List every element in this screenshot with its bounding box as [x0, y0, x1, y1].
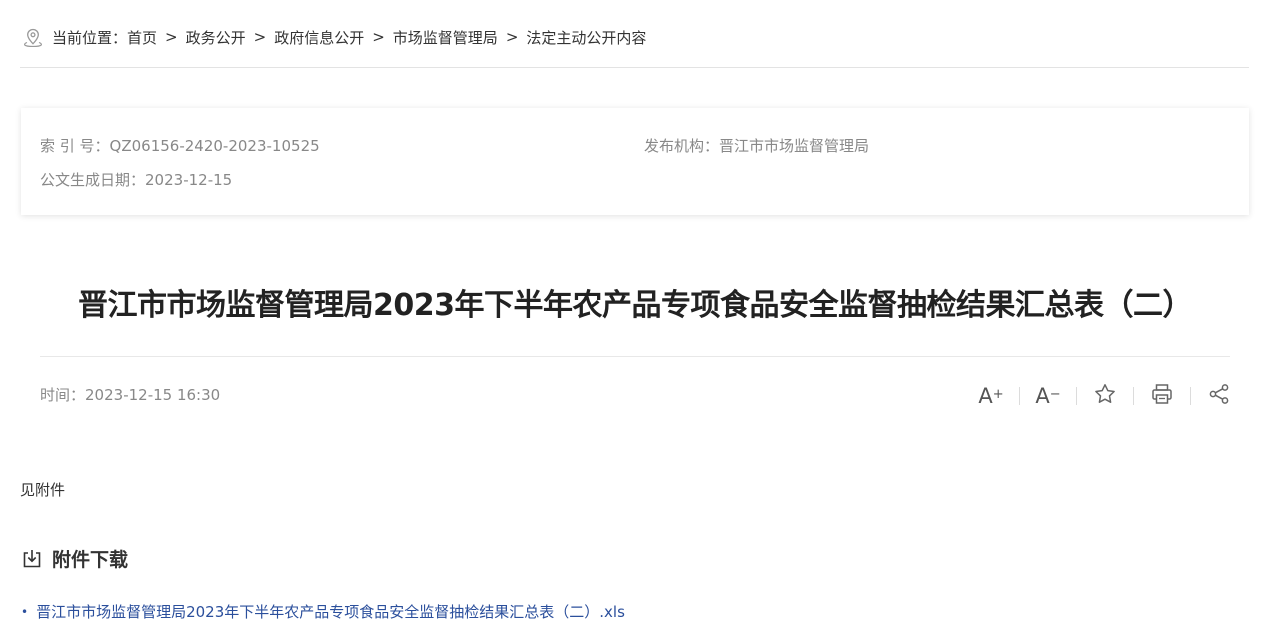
meta-date-label: 公文生成日期：	[40, 171, 146, 189]
meta-date-value: 2023-12-15	[145, 171, 233, 189]
font-increase-letter: A	[978, 384, 993, 408]
divider	[20, 67, 1249, 68]
article-title: 晋江市市场监督管理局2023年下半年农产品专项食品安全监督抽检结果汇总表（二）	[78, 288, 1193, 323]
publish-time: 时间：2023-12-15 16:30	[40, 384, 220, 405]
font-decrease-sign: −	[1049, 386, 1061, 402]
download-icon	[21, 548, 43, 570]
attachments-heading: 附件下载	[21, 545, 128, 572]
star-icon	[1093, 382, 1117, 410]
meta-index-label: 索 引 号：	[40, 137, 110, 155]
toolbar-divider	[1019, 387, 1020, 405]
share-icon	[1207, 382, 1231, 410]
font-decrease-letter: A	[1035, 384, 1050, 408]
font-increase-sign: +	[992, 386, 1004, 402]
attachments-heading-label: 附件下载	[52, 549, 129, 571]
font-decrease-button[interactable]: A −	[1029, 381, 1067, 411]
meta-index-number: 索 引 号：QZ06156-2420-2023-10525	[40, 135, 320, 156]
breadcrumb-item-gov-info[interactable]: 政府信息公开	[274, 27, 364, 48]
meta-index-value: QZ06156-2420-2023-10525	[109, 137, 320, 155]
print-button[interactable]	[1143, 381, 1181, 411]
meta-publisher: 发布机构：晋江市市场监督管理局	[644, 135, 869, 156]
attachment-list: • 晋江市市场监督管理局2023年下半年农产品专项食品安全监督抽检结果汇总表（二…	[21, 601, 625, 622]
favorite-button[interactable]	[1086, 381, 1124, 411]
breadcrumb-separator: >	[505, 28, 519, 46]
breadcrumb: 当前位置： 首页 > 政务公开 > 政府信息公开 > 市场监督管理局 > 法定主…	[23, 24, 646, 50]
bullet-icon: •	[21, 604, 29, 619]
publish-time-value: 2023-12-15 16:30	[85, 386, 221, 404]
meta-document-date: 公文生成日期：2023-12-15	[40, 169, 232, 190]
toolbar-divider	[1076, 387, 1077, 405]
divider	[40, 356, 1230, 357]
printer-icon	[1150, 382, 1174, 410]
breadcrumb-prefix: 当前位置：	[52, 28, 128, 47]
breadcrumb-separator: >	[253, 28, 267, 46]
breadcrumb-item-statutory-content[interactable]: 法定主动公开内容	[526, 27, 646, 48]
attachment-link[interactable]: 晋江市市场监督管理局2023年下半年农产品专项食品安全监督抽检结果汇总表（二）.…	[36, 601, 625, 622]
location-pin-icon	[23, 27, 43, 47]
meta-publisher-label: 发布机构：	[644, 137, 720, 155]
publish-time-label: 时间：	[40, 386, 86, 404]
breadcrumb-item-gov-affairs[interactable]: 政务公开	[186, 27, 246, 48]
article-body: 见附件	[20, 481, 66, 499]
breadcrumb-item-market-bureau[interactable]: 市场监督管理局	[393, 27, 498, 48]
breadcrumb-separator: >	[165, 28, 178, 46]
article-toolbar: A + A −	[972, 381, 1238, 411]
toolbar-divider	[1133, 387, 1134, 405]
breadcrumb-separator: >	[372, 28, 385, 46]
list-item: • 晋江市市场监督管理局2023年下半年农产品专项食品安全监督抽检结果汇总表（二…	[21, 601, 625, 622]
document-meta-card: 索 引 号：QZ06156-2420-2023-10525 发布机构：晋江市市场…	[21, 108, 1249, 215]
font-increase-button[interactable]: A +	[972, 381, 1010, 411]
breadcrumb-item-home[interactable]: 首页	[127, 27, 157, 48]
toolbar-divider	[1190, 387, 1191, 405]
share-button[interactable]	[1200, 381, 1238, 411]
meta-publisher-value: 晋江市市场监督管理局	[719, 137, 870, 155]
